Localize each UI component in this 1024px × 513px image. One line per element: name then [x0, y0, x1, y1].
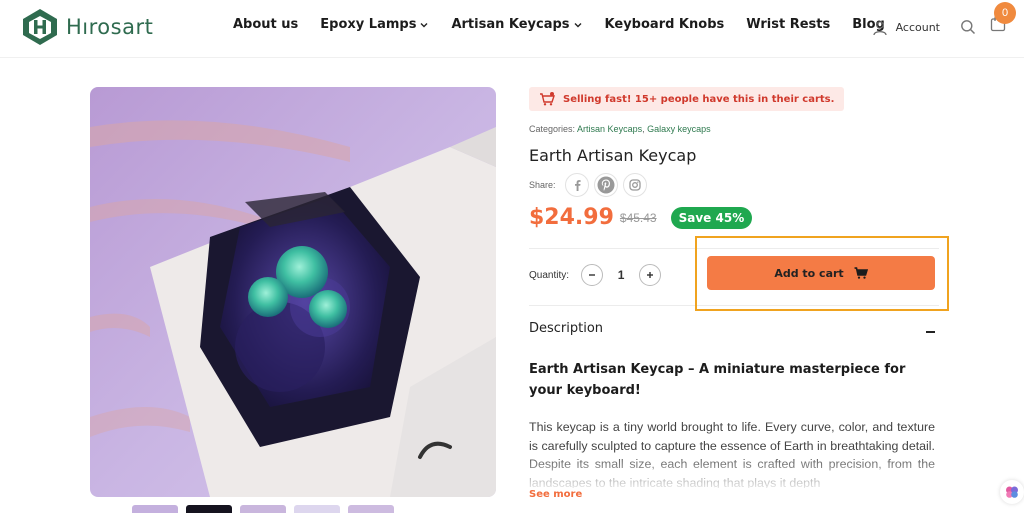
categories-label: Categories: [529, 124, 576, 134]
nav-keyboard-knobs[interactable]: Keyboard Knobs [605, 17, 725, 32]
thumbnail[interactable] [348, 505, 394, 513]
brain-icon [1006, 486, 1018, 498]
chevron-down-icon [574, 22, 582, 27]
cart-fire-icon [540, 92, 555, 106]
description-title: Description [529, 321, 604, 336]
nav-label: Keyboard Knobs [604, 17, 725, 32]
thumbnail[interactable] [240, 505, 286, 513]
increase-quantity-button[interactable] [639, 264, 662, 286]
urgency-banner: Selling fast! 15+ people have this in th… [529, 87, 845, 111]
instagram-icon [628, 179, 641, 191]
product-main-image[interactable] [90, 87, 496, 497]
category-link-galaxy-keycaps[interactable]: Galaxy keycaps [647, 124, 711, 134]
decrease-quantity-button[interactable] [581, 264, 604, 286]
product-thumbnails [132, 505, 394, 513]
facebook-share-button[interactable] [564, 173, 589, 197]
thumbnail[interactable] [186, 505, 232, 513]
header-actions: Account 0 [872, 2, 1016, 37]
share-row: Share: [529, 173, 647, 197]
urgency-text: Selling fast! 15+ people have this in th… [563, 93, 835, 105]
main-nav: About us Epoxy Lamps Artisan Keycaps Key… [233, 17, 885, 32]
assistant-widget-button[interactable] [1000, 480, 1024, 504]
nav-label: About us [233, 17, 299, 32]
price-row: $24.99 $45.43 Save 45% [529, 205, 753, 230]
nav-label: Artisan Keycaps [451, 17, 570, 32]
discount-badge: Save 45% [670, 206, 753, 229]
current-price: $24.99 [529, 205, 614, 230]
product-categories: Categories: Artisan Keycaps, Galaxy keyc… [529, 124, 711, 134]
collapse-icon[interactable] [926, 330, 935, 333]
pinterest-share-button[interactable] [593, 173, 618, 197]
instagram-share-button[interactable] [622, 173, 647, 197]
text-fade-overlay [529, 452, 939, 492]
user-icon [872, 20, 887, 35]
original-price: $45.43 [619, 210, 657, 225]
cart-button[interactable]: 0 [990, 2, 1016, 37]
chevron-down-icon [420, 22, 428, 27]
nav-label: Epoxy Lamps [320, 17, 417, 32]
account-link[interactable]: Account [872, 20, 940, 36]
facebook-icon [574, 180, 581, 191]
brand-name: Hırosart [66, 15, 154, 39]
thumbnail[interactable] [132, 505, 178, 513]
share-label: Share: [529, 180, 556, 190]
pinterest-icon [597, 176, 615, 194]
description-headline: Earth Artisan Keycap – A miniature maste… [529, 362, 906, 398]
quantity-stepper: Quantity: 1 [529, 264, 662, 286]
logo-icon [23, 9, 57, 45]
keycap-photo [90, 87, 496, 497]
nav-artisan-keycaps[interactable]: Artisan Keycaps [451, 17, 582, 32]
category-link-artisan-keycaps[interactable]: Artisan Keycaps [577, 124, 642, 134]
nav-about-us[interactable]: About us [233, 17, 298, 32]
quantity-value[interactable]: 1 [611, 268, 631, 282]
add-to-cart-label: Add to cart [774, 266, 844, 280]
nav-label: Wrist Rests [746, 17, 831, 32]
product-title: Earth Artisan Keycap [529, 146, 697, 165]
see-more-link[interactable]: See more [529, 489, 582, 500]
plus-icon [647, 272, 654, 278]
add-to-cart-button[interactable]: Add to cart [707, 256, 935, 290]
search-icon[interactable] [960, 19, 976, 35]
cart-icon [854, 267, 868, 279]
nav-wrist-rests[interactable]: Wrist Rests [746, 17, 830, 32]
minus-icon [589, 274, 596, 276]
brand-logo[interactable]: Hırosart [20, 7, 153, 47]
thumbnail[interactable] [294, 505, 340, 513]
cart-count-badge: 0 [994, 2, 1016, 24]
site-header: Hırosart About us Epoxy Lamps Artisan Ke… [0, 0, 1024, 58]
nav-epoxy-lamps[interactable]: Epoxy Lamps [320, 17, 428, 32]
description-accordion-header[interactable]: Description [529, 321, 935, 336]
quantity-label: Quantity: [529, 269, 570, 281]
account-label: Account [895, 21, 940, 34]
